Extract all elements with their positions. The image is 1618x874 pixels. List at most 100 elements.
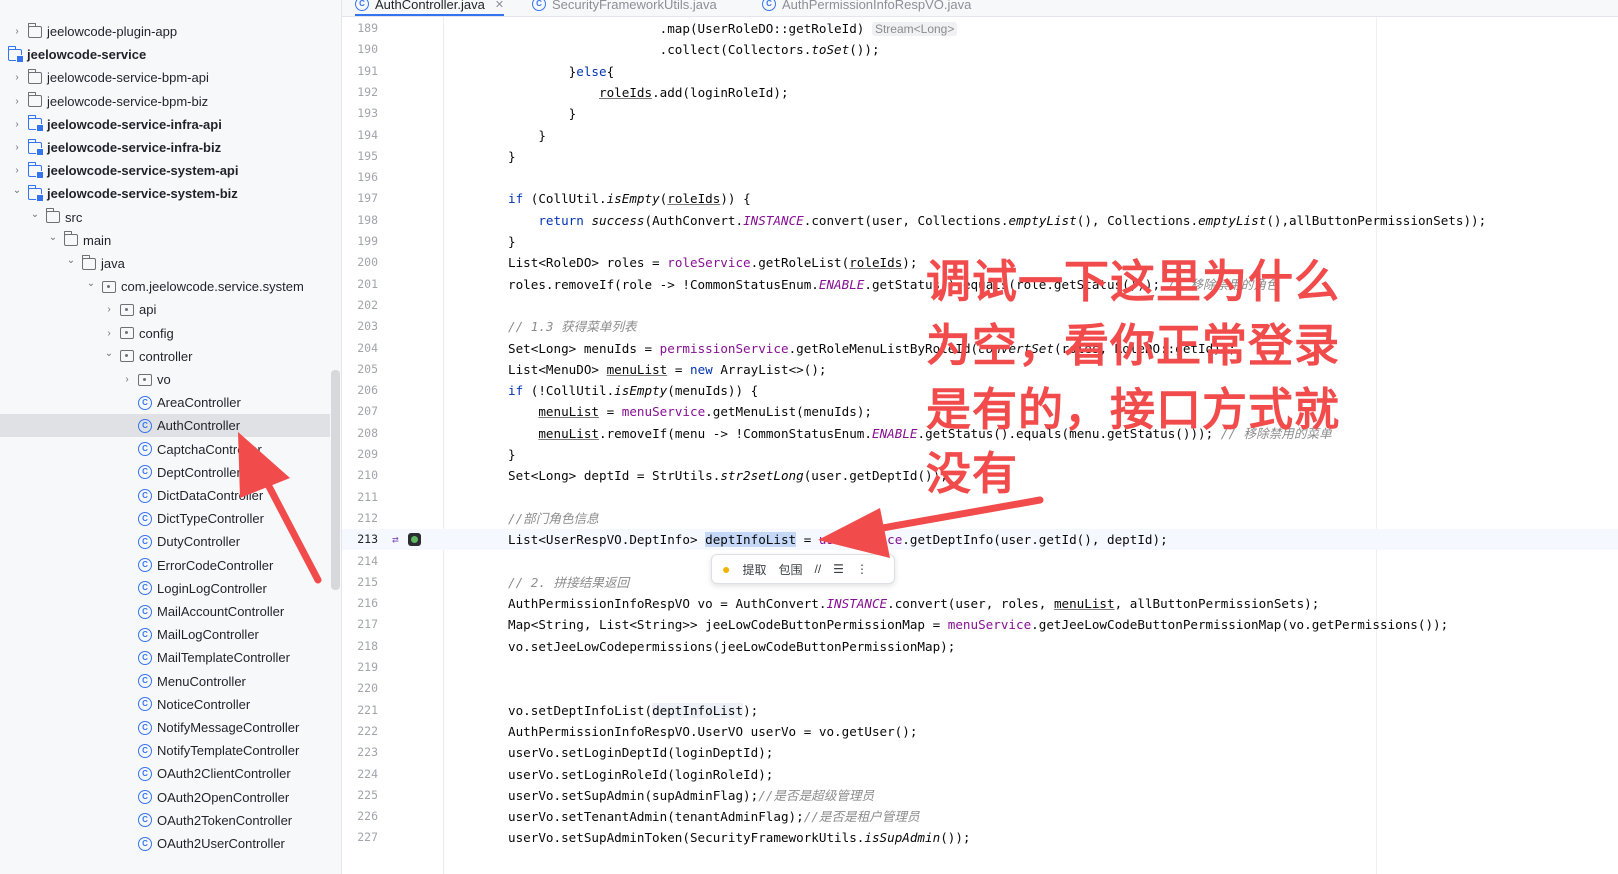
code-line[interactable]: 212 //部门角色信息: [342, 508, 1618, 529]
code-line[interactable]: 192 roleIds.add(loginRoleId);: [342, 82, 1618, 103]
chevron-right-icon[interactable]: ›: [10, 142, 24, 153]
comment-icon[interactable]: //: [815, 562, 822, 576]
tree-item[interactable]: ›CNotifyTemplateController: [0, 739, 330, 762]
project-tree[interactable]: › jeelowcode-plugin-app jeelowcode-service…: [0, 0, 342, 874]
tree-item[interactable]: ›CDutyController: [0, 530, 330, 553]
code-line[interactable]: 189 .map(UserRoleDO::getRoleId) Stream<L…: [342, 18, 1618, 39]
code-line[interactable]: 194 }: [342, 125, 1618, 146]
tree-item-label: LoginLogController: [157, 580, 267, 596]
tree-item[interactable]: ›CMailLogController: [0, 623, 330, 646]
chevron-right-icon[interactable]: ›: [10, 72, 24, 83]
code-line[interactable]: 197 if (CollUtil.isEmpty(roleIds)) {: [342, 188, 1618, 209]
chevron-right-icon[interactable]: ›: [10, 165, 24, 176]
tree-item[interactable]: › jeelowcode-service-infra-api: [0, 113, 330, 136]
tree-item[interactable]: › jeelowcode-service-bpm-api: [0, 66, 330, 89]
code-line[interactable]: 214: [342, 551, 1618, 572]
extract-button[interactable]: 提取: [742, 561, 766, 578]
tree-scrollbar[interactable]: [331, 370, 340, 590]
chevron-down-icon[interactable]: ⌄: [46, 232, 60, 243]
code-line[interactable]: 190 .collect(Collectors.toSet());: [342, 39, 1618, 60]
tree-item[interactable]: ›CNoticeController: [0, 693, 330, 716]
code-text: List<UserRespVO.DeptInfo> deptInfoList =…: [508, 532, 1168, 548]
code-text: roleIds.add(loginRoleId);: [599, 84, 789, 100]
tree-item[interactable]: ›CMenuController: [0, 670, 330, 693]
code-line[interactable]: 222 AuthPermissionInfoRespVO.UserVO userV…: [342, 721, 1618, 742]
code-line[interactable]: 226 userVo.setTenantAdmin(tenantAdminFlag…: [342, 806, 1618, 827]
code-line[interactable]: 225 userVo.setSupAdmin(supAdminFlag);//是否…: [342, 785, 1618, 806]
tree-item[interactable]: ›CCaptchaController: [0, 438, 330, 461]
tree-item[interactable]: ›CMailAccountController: [0, 600, 330, 623]
override-icon[interactable]: ⇄: [392, 533, 405, 546]
tab-auth-permission-info-resp-vo[interactable]: C AuthPermissionInfoRespVO.java: [762, 0, 971, 15]
code-line[interactable]: 221 vo.setDeptInfoList(deptInfoList);: [342, 700, 1618, 721]
tab-security-framework-utils[interactable]: C SecurityFrameworkUtils.java: [532, 0, 717, 15]
tree-item[interactable]: ›CDeptController: [0, 461, 330, 484]
tree-item[interactable]: ⌄ jeelowcode-service-system-biz: [0, 182, 330, 205]
chevron-right-icon[interactable]: ›: [10, 119, 24, 130]
lightbulb-icon[interactable]: ●: [722, 561, 730, 577]
code-line[interactable]: 196: [342, 167, 1618, 188]
tree-item[interactable]: ›COAuth2TokenController: [0, 809, 330, 832]
tree-item[interactable]: ›COAuth2UserController: [0, 832, 330, 855]
tree-item[interactable]: › api: [0, 298, 330, 321]
tree-item[interactable]: ›COAuth2ClientController: [0, 762, 330, 785]
tree-item[interactable]: › jeelowcode-service-infra-biz: [0, 136, 330, 159]
tree-item[interactable]: › jeelowcode-service-bpm-biz: [0, 90, 330, 113]
code-line[interactable]: 219: [342, 657, 1618, 678]
tree-item[interactable]: ›CErrorCodeController: [0, 554, 330, 577]
tree-item[interactable]: ⌄ main: [0, 229, 330, 252]
tree-item[interactable]: ⌄ java: [0, 252, 330, 275]
tree-item[interactable]: ›CDictTypeController: [0, 507, 330, 530]
tree-item[interactable]: ›COAuth2OpenController: [0, 786, 330, 809]
tree-item[interactable]: › vo: [0, 368, 330, 391]
code-line[interactable]: 213 ⇄ List<UserRespVO.DeptInfo> deptInfoLi…: [342, 529, 1618, 551]
bean-icon[interactable]: [408, 533, 421, 547]
code-line[interactable]: 199}: [342, 231, 1618, 252]
package-icon: [138, 373, 152, 386]
more-icon[interactable]: ⋮: [856, 562, 868, 576]
tree-item[interactable]: › jeelowcode-service-system-api: [0, 159, 330, 182]
chevron-down-icon[interactable]: ⌄: [102, 348, 116, 359]
tree-item[interactable]: ›CDictDataController: [0, 484, 330, 507]
chevron-down-icon[interactable]: ⌄: [84, 278, 98, 289]
close-icon[interactable]: ✕: [495, 0, 504, 11]
chevron-right-icon[interactable]: ›: [120, 374, 134, 385]
tab-auth-controller[interactable]: C AuthController.java ✕: [355, 0, 505, 16]
chevron-right-icon[interactable]: ›: [102, 328, 116, 339]
code-line[interactable]: 223 userVo.setLoginDeptId(loginDeptId);: [342, 742, 1618, 763]
tree-item-label: NotifyMessageController: [157, 720, 300, 735]
format-icon[interactable]: ☰: [833, 562, 844, 576]
line-number: 189: [357, 21, 378, 35]
line-number: 192: [357, 84, 378, 99]
code-line[interactable]: 215 // 2. 拼接结果返回: [342, 572, 1618, 593]
tree-item[interactable]: › jeelowcode-plugin-app: [0, 20, 330, 43]
tree-item[interactable]: ›CLoginLogController: [0, 577, 330, 600]
tree-item[interactable]: ›CMailTemplateController: [0, 646, 330, 669]
code-line[interactable]: 227 userVo.setSupAdminToken(SecurityFrame…: [342, 827, 1618, 848]
code-line[interactable]: 198 return success(AuthConvert.INSTANCE.…: [342, 210, 1618, 231]
tree-item[interactable]: › config: [0, 322, 330, 345]
surround-button[interactable]: 包围: [778, 561, 802, 578]
code-line[interactable]: 193 }: [342, 103, 1618, 124]
tree-item[interactable]: ›CAreaController: [0, 391, 330, 414]
code-line[interactable]: 216 AuthPermissionInfoRespVO vo = AuthCon…: [342, 593, 1618, 614]
tree-item[interactable]: ⌄ com.jeelowcode.service.system: [0, 275, 330, 298]
tree-item[interactable]: ›CAuthController: [0, 414, 330, 438]
code-line[interactable]: 224 userVo.setLoginRoleId(loginRoleId);: [342, 764, 1618, 785]
chevron-down-icon[interactable]: ⌄: [64, 255, 78, 266]
code-line[interactable]: 218 vo.setJeeLowCodepermissions(jeeLowCod…: [342, 636, 1618, 657]
code-line[interactable]: 220: [342, 678, 1618, 699]
chevron-down-icon[interactable]: ⌄: [10, 185, 24, 196]
chevron-right-icon[interactable]: ›: [10, 96, 24, 107]
code-line[interactable]: 195}: [342, 146, 1618, 167]
code-line[interactable]: 191 }else{: [342, 61, 1618, 82]
tree-item[interactable]: ⌄ src: [0, 206, 330, 229]
chevron-right-icon[interactable]: ›: [10, 26, 24, 37]
code-line[interactable]: 217 Map<String, List<String>> jeeLowCodeB…: [342, 614, 1618, 635]
gutter-icons[interactable]: ⇄: [392, 533, 421, 547]
tree-item[interactable]: jeelowcode-service: [0, 43, 330, 66]
chevron-right-icon[interactable]: ›: [102, 304, 116, 315]
tree-item[interactable]: ⌄ controller: [0, 345, 330, 368]
tree-item[interactable]: ›CNotifyMessageController: [0, 716, 330, 739]
chevron-down-icon[interactable]: ⌄: [28, 209, 42, 220]
